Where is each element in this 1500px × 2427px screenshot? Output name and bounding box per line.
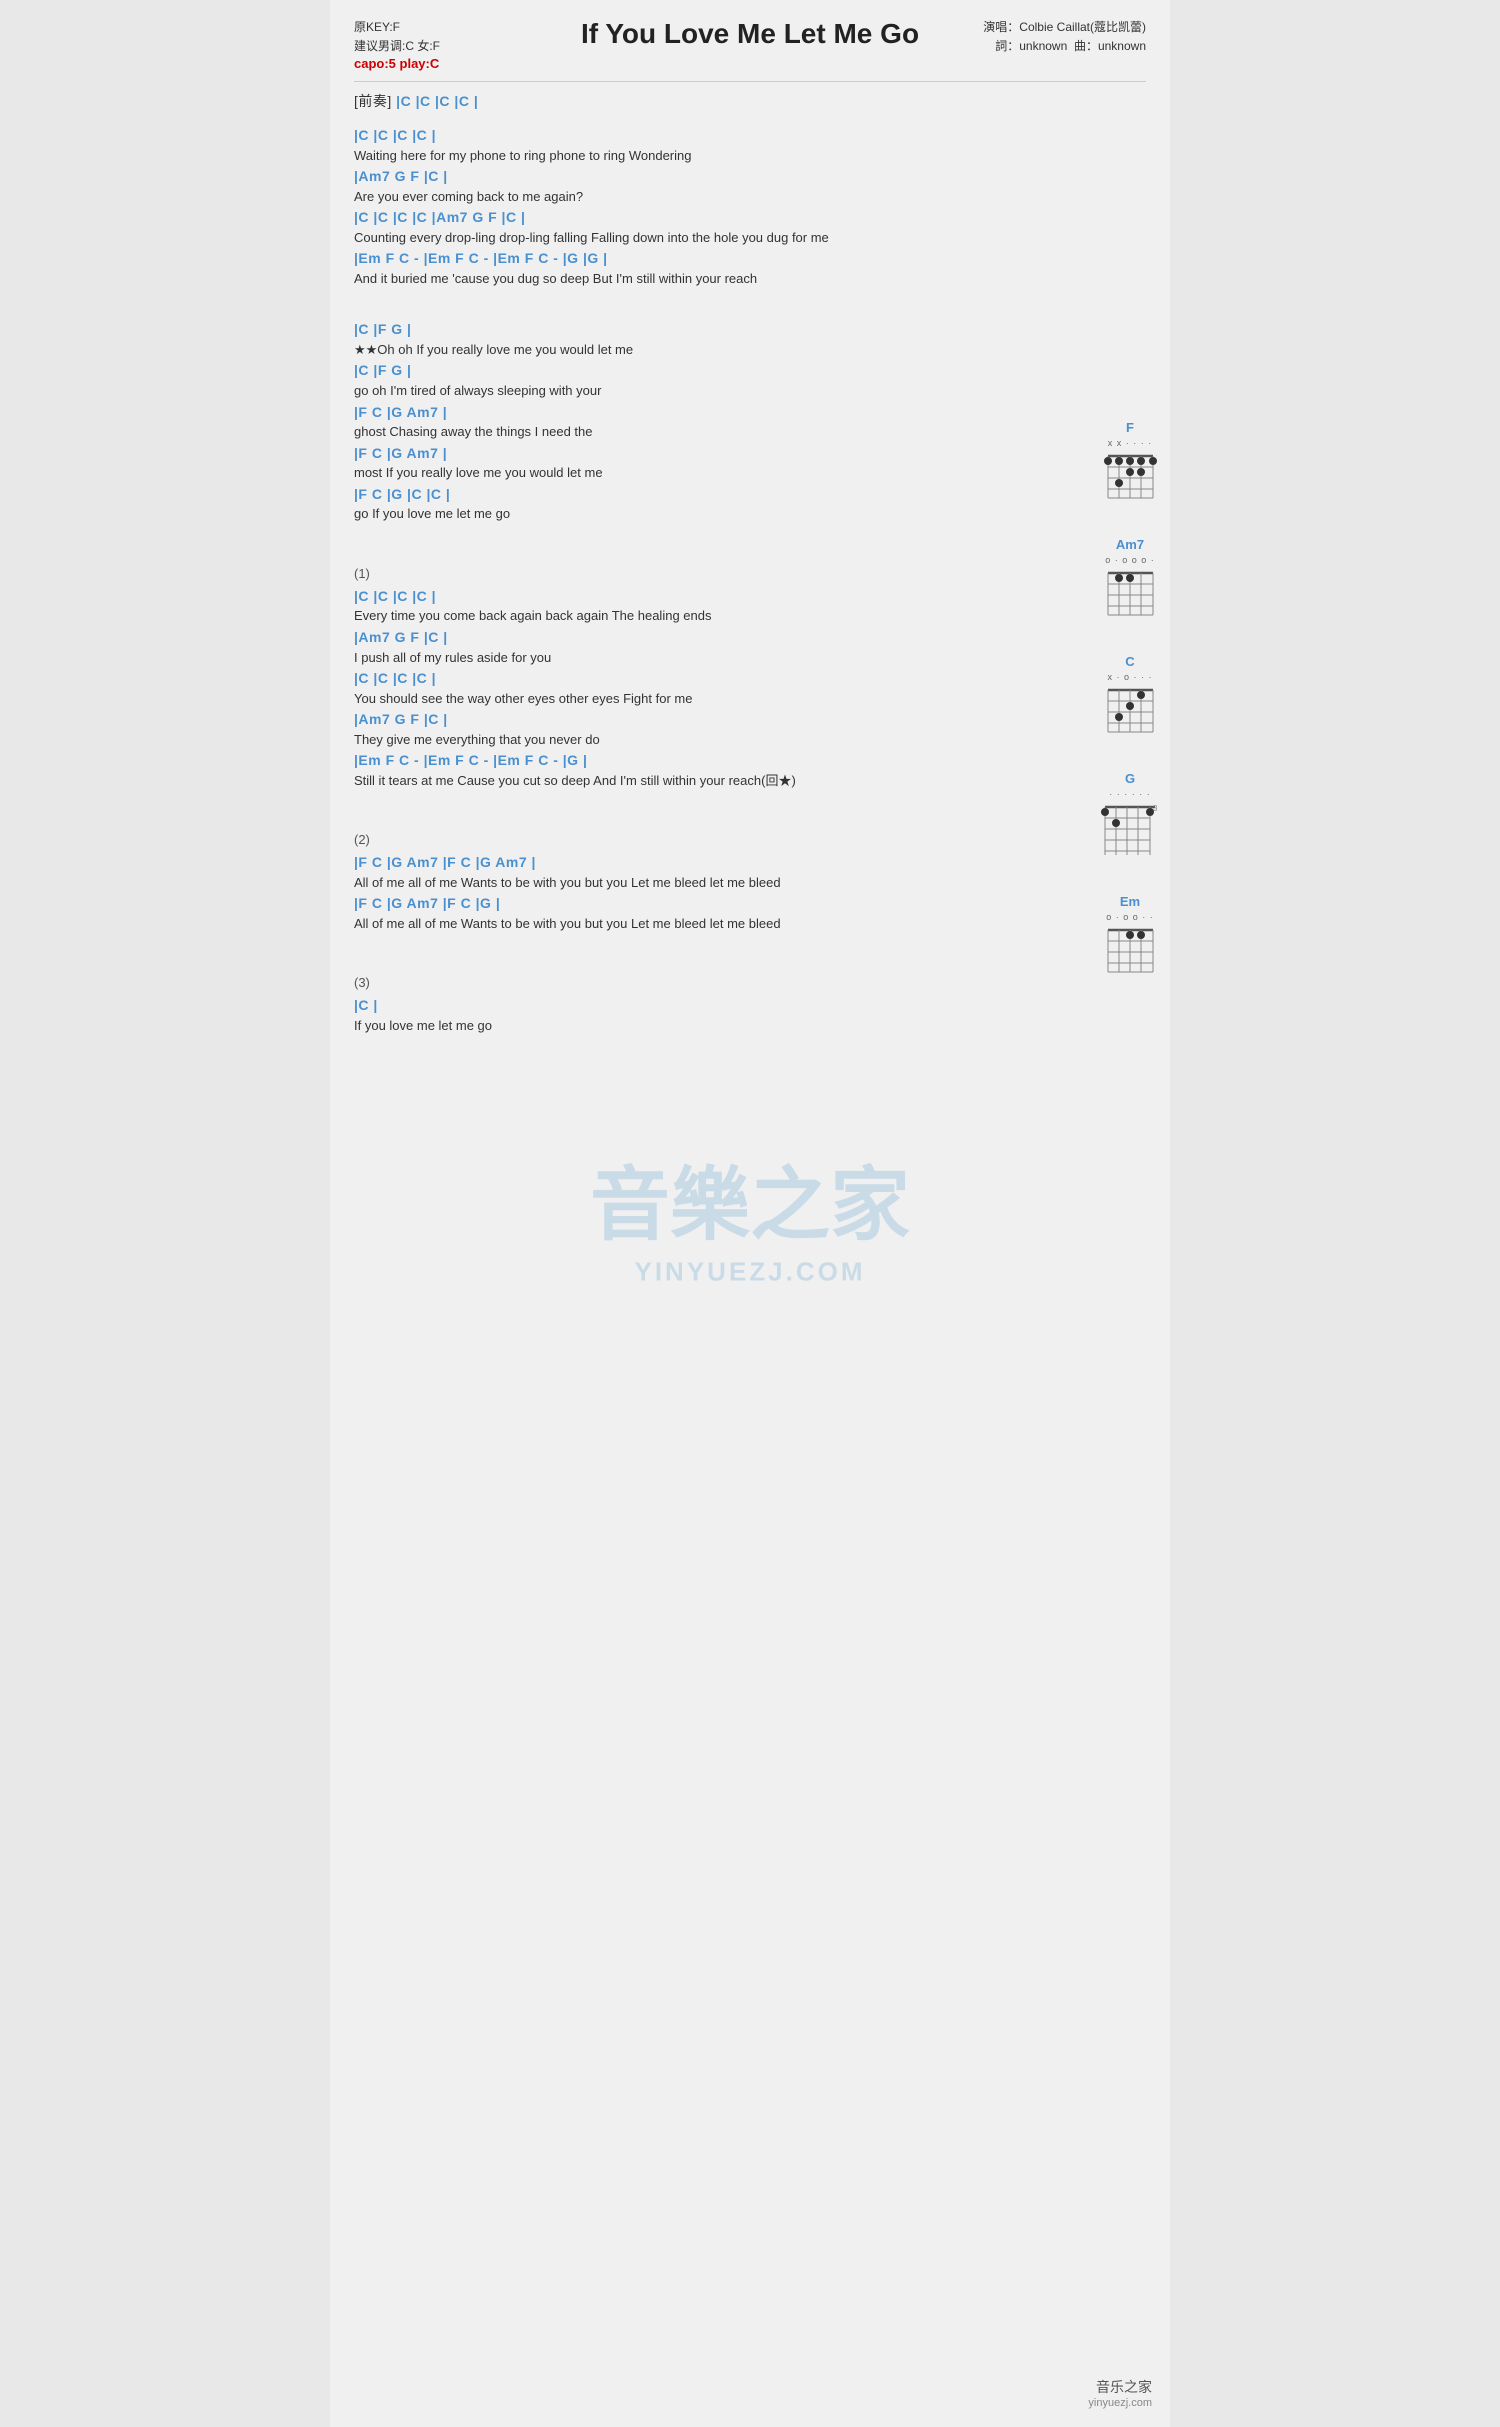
chorus-chord-5: |F C |G |C |C | (354, 485, 1146, 505)
verse2-section: |C |C |C |C | Every time you come back a… (354, 587, 1146, 790)
chord-grid-Em (1103, 922, 1157, 976)
song-title: If You Love Me Let Me Go (552, 18, 948, 50)
chorus-lyric-1: ★★Oh oh If you really love me you would … (354, 340, 1146, 360)
verse1-chord-1: |C |C |C |C | (354, 126, 1146, 146)
chord-grid-Am7 (1103, 565, 1157, 619)
verse2-lyric-3: You should see the way other eyes other … (354, 689, 1146, 709)
verse2-chord-3: |C |C |C |C | (354, 669, 1146, 689)
verse1-chord-3: |C |C |C |C |Am7 G F |C | (354, 208, 1146, 228)
verse4-lyric-1: If you love me let me go (354, 1016, 1146, 1036)
header-left: 原KEY:F 建议男调:C 女:F capo:5 play:C (354, 18, 552, 71)
verse3-lyric-2: All of me all of me Wants to be with you… (354, 914, 1146, 934)
verse2-lyric-5: Still it tears at me Cause you cut so de… (354, 771, 1146, 791)
verse3-chord-1: |F C |G Am7 |F C |G Am7 | (354, 853, 1146, 873)
verse3-section: |F C |G Am7 |F C |G Am7 | All of me all … (354, 853, 1146, 933)
chord-diagram-F: F x x · · · · (1100, 420, 1160, 507)
verse2-chord-4: |Am7 G F |C | (354, 710, 1146, 730)
chorus-lyric-3: ghost Chasing away the things I need the (354, 422, 1146, 442)
verse4-chord-1: |C | (354, 996, 1146, 1016)
page: 原KEY:F 建议男调:C 女:F capo:5 play:C If You L… (330, 0, 1170, 2427)
chord-diagram-Am7: Am7 o · o o o · (1100, 537, 1160, 624)
intro-chords: [前奏] |C |C |C |C | (354, 92, 1146, 112)
watermark: 音樂之家 YINYUEZJ.COM (590, 1140, 910, 1287)
verse2-label: (1) (354, 566, 1146, 581)
chorus-lyric-5: go If you love me let me go (354, 504, 1146, 524)
verse4-label: (3) (354, 975, 1146, 990)
verse3-chord-2: |F C |G Am7 |F C |G | (354, 894, 1146, 914)
chord-diagram-Em: Em o · o o · · (1100, 894, 1160, 981)
verse1-lyric-2: Are you ever coming back to me again? (354, 187, 1146, 207)
lyrics-label: 詞：unknown 曲：unknown (948, 37, 1146, 56)
verse1-lyric-3: Counting every drop-ling drop-ling falli… (354, 228, 1146, 248)
guitar-diagrams: F x x · · · · (1100, 420, 1160, 981)
capo-label: capo:5 play:C (354, 56, 552, 71)
chorus-chord-4: |F C |G Am7 | (354, 444, 1146, 464)
verse1-section: |C |C |C |C | Waiting here for my phone … (354, 126, 1146, 288)
verse1-chord-4: |Em F C - |Em F C - |Em F C - |G |G | (354, 249, 1146, 269)
verse3-label: (2) (354, 832, 1146, 847)
verse2-lyric-4: They give me everything that you never d… (354, 730, 1146, 750)
chorus-chord-1: |C |F G | (354, 320, 1146, 340)
chorus-section: |C |F G | ★★Oh oh If you really love me … (354, 320, 1146, 523)
chorus-chord-2: |C |F G | (354, 361, 1146, 381)
verse1-chord-2: |Am7 G F |C | (354, 167, 1146, 187)
svg-text:1: 1 (1156, 453, 1157, 462)
verse2-lyric-1: Every time you come back again back agai… (354, 606, 1146, 626)
header: 原KEY:F 建议男调:C 女:F capo:5 play:C If You L… (354, 18, 1146, 71)
bottom-logo-url: yinyuezj.com (1088, 2397, 1152, 2409)
chorus-lyric-4: most If you really love me you would let… (354, 463, 1146, 483)
chord-diagram-G: G · · · · · · 3 (1100, 771, 1160, 864)
artist-label: 演唱：Colbie Caillat(蔻比凯蕾) (948, 18, 1146, 37)
verse4-section: |C | If you love me let me go (354, 996, 1146, 1035)
header-center: If You Love Me Let Me Go (552, 18, 948, 54)
bottom-logo-name: 音乐之家 (1088, 2377, 1152, 2397)
chord-grid-C (1103, 682, 1157, 736)
chorus-lyric-2: go oh I'm tired of always sleeping with … (354, 381, 1146, 401)
chorus-chord-3: |F C |G Am7 | (354, 403, 1146, 423)
verse2-lyric-2: I push all of my rules aside for you (354, 648, 1146, 668)
verse2-chord-2: |Am7 G F |C | (354, 628, 1146, 648)
chord-grid-F: 1 (1103, 448, 1157, 502)
verse1-lyric-4: And it buried me 'cause you dug so deep … (354, 269, 1146, 289)
verse1-lyric-1: Waiting here for my phone to ring phone … (354, 146, 1146, 166)
intro-section: [前奏] |C |C |C |C | (354, 92, 1146, 112)
chord-diagram-C: C x · o · · · (1100, 654, 1160, 741)
bottom-logo: 音乐之家 yinyuezj.com (1088, 2377, 1152, 2409)
header-right: 演唱：Colbie Caillat(蔻比凯蕾) 詞：unknown 曲：unkn… (948, 18, 1146, 56)
suggest-label: 建议男调:C 女:F (354, 37, 552, 56)
verse3-lyric-1: All of me all of me Wants to be with you… (354, 873, 1146, 893)
verse2-chord-1: |C |C |C |C | (354, 587, 1146, 607)
chord-grid-G: 3 (1100, 799, 1160, 859)
svg-text:3: 3 (1153, 804, 1158, 813)
verse2-chord-5: |Em F C - |Em F C - |Em F C - |G | (354, 751, 1146, 771)
key-label: 原KEY:F (354, 18, 552, 37)
